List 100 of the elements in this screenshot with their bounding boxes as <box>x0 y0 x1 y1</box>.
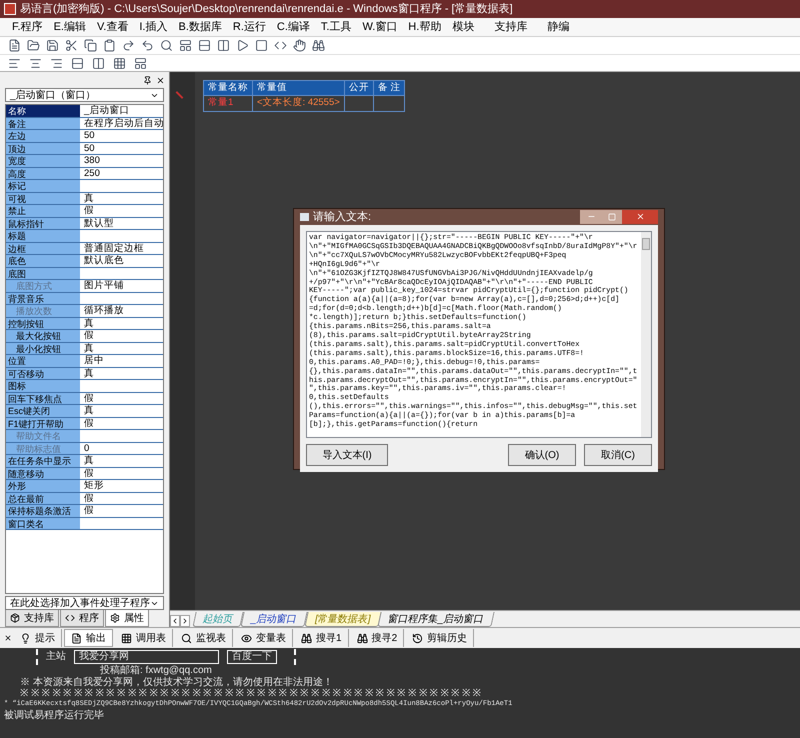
property-name[interactable]: 总在最前 <box>6 492 80 504</box>
dialog-button[interactable]: 导入文本(I) <box>306 444 388 466</box>
align-left-icon[interactable] <box>8 56 21 70</box>
output-tab[interactable]: 输出 <box>64 629 113 647</box>
clipboard-icon[interactable] <box>103 39 116 52</box>
menu-item[interactable]: 模块 <box>452 18 474 36</box>
property-name[interactable]: 窗口类名 <box>6 518 80 529</box>
menu-item[interactable]: H.帮助 <box>408 18 442 36</box>
align-center-icon[interactable] <box>29 56 42 70</box>
output-tab[interactable]: 调用表 <box>115 629 173 647</box>
property-name[interactable]: 回车下移焦点 <box>6 392 80 404</box>
output-tab[interactable]: 剪辑历史 <box>406 629 474 647</box>
scrollbar[interactable] <box>641 232 651 437</box>
panel-tab[interactable]: 程序 <box>60 610 104 627</box>
pin-icon[interactable] <box>143 76 152 84</box>
property-name[interactable]: 宽度 <box>6 155 80 166</box>
search-button[interactable]: 百度一下 <box>227 650 277 664</box>
grid-icon[interactable] <box>113 56 126 70</box>
scroll-left-icon[interactable] <box>170 615 180 627</box>
property-name[interactable]: 禁止 <box>6 205 80 216</box>
binoculars-icon[interactable] <box>312 39 325 52</box>
hand-icon[interactable] <box>293 39 306 52</box>
property-name[interactable]: 左边 <box>6 130 80 142</box>
site-field[interactable]: 我爱分享网 <box>74 650 219 664</box>
dialog-button[interactable]: 取消(C) <box>584 444 652 466</box>
property-name[interactable]: Esc键关闭 <box>6 405 80 416</box>
editor-tab[interactable]: _启动窗口 <box>240 612 308 627</box>
property-name[interactable]: 最大化按钮 <box>6 330 80 342</box>
property-name[interactable]: 在任务条中显示 <box>6 455 80 466</box>
layout-icon[interactable] <box>134 56 147 70</box>
property-name[interactable]: 名称 <box>6 105 80 116</box>
property-name[interactable]: 外形 <box>6 480 80 492</box>
property-name[interactable]: F1键打开帮助 <box>6 418 80 429</box>
output-tab[interactable]: 监视表 <box>175 629 233 647</box>
property-name[interactable]: 鼠标指针 <box>6 218 80 229</box>
redo-icon[interactable] <box>122 39 135 52</box>
menu-item[interactable]: 静编 <box>547 18 570 36</box>
menu-item[interactable]: B.数据库 <box>178 18 222 36</box>
menu-item[interactable]: I.插入 <box>139 18 168 36</box>
editor-tab[interactable]: [常量数据表] <box>304 612 381 627</box>
property-name[interactable]: 标记 <box>6 180 80 192</box>
menu-item[interactable]: E.编辑 <box>54 18 86 36</box>
align-right-icon[interactable] <box>50 56 63 70</box>
property-name[interactable]: 最小化按钮 <box>6 342 80 354</box>
property-name[interactable]: 底色 <box>6 255 80 266</box>
output-tab[interactable]: 搜寻2 <box>350 629 404 647</box>
open-folder-icon[interactable] <box>27 39 40 52</box>
rows-icon[interactable] <box>71 56 84 70</box>
menu-item[interactable]: C.编译 <box>276 18 310 36</box>
property-name[interactable]: 高度 <box>6 168 80 179</box>
play-icon[interactable] <box>236 39 249 52</box>
notice-text: ※ 本资源来自我爱分享网，仅供技术学习交流，请勿使用在非法用途！ <box>20 677 334 688</box>
menu-item[interactable]: R.运行 <box>232 18 266 36</box>
property-value: 0 <box>83 442 90 454</box>
output-tab[interactable]: 搜寻1 <box>295 629 349 647</box>
property-value: 假 <box>83 468 95 479</box>
editor-tab[interactable]: 窗口程序集_启动窗口 <box>378 612 494 627</box>
search-icon[interactable] <box>160 39 173 52</box>
code-icon[interactable] <box>274 39 287 52</box>
maximize-button[interactable] <box>602 210 622 224</box>
save-icon[interactable] <box>46 39 59 52</box>
close-icon[interactable] <box>156 76 165 84</box>
close-button[interactable] <box>622 210 658 224</box>
property-name[interactable]: 标题 <box>6 230 80 242</box>
property-name[interactable]: 底图 <box>6 268 80 279</box>
property-name[interactable]: 顶边 <box>6 142 80 154</box>
scroll-right-icon[interactable] <box>180 615 190 627</box>
output-tab[interactable]: 变量表 <box>235 629 293 647</box>
columns-icon[interactable] <box>217 39 230 52</box>
panel-tab[interactable]: 支持库 <box>5 610 59 627</box>
layout-icon[interactable] <box>179 39 192 52</box>
output-tab[interactable]: 提示 <box>14 629 62 647</box>
property-name[interactable]: 可否移动 <box>6 368 80 379</box>
rows-icon[interactable] <box>198 39 211 52</box>
property-name[interactable]: 控制按钮 <box>6 318 80 329</box>
property-name[interactable]: 可视 <box>6 192 80 204</box>
menu-item[interactable]: W.窗口 <box>362 18 398 36</box>
property-name[interactable]: 备注 <box>6 118 80 129</box>
dialog-button[interactable]: 确认(O) <box>508 444 576 466</box>
undo-icon[interactable] <box>141 39 154 52</box>
new-file-icon[interactable] <box>8 39 21 52</box>
menu-item[interactable]: V.查看 <box>96 18 128 36</box>
property-name[interactable]: 图标 <box>6 380 80 392</box>
property-name[interactable]: 随意移动 <box>6 468 80 479</box>
panel-tab[interactable]: 属性 <box>105 610 149 627</box>
property-name[interactable]: 保持标题条激活 <box>6 505 80 516</box>
scissors-icon[interactable] <box>65 39 78 52</box>
copy-icon[interactable] <box>84 39 97 52</box>
close-icon[interactable] <box>4 634 12 642</box>
menu-item[interactable]: F.程序 <box>12 18 43 36</box>
menu-item[interactable]: T.工具 <box>320 18 352 36</box>
stop-icon[interactable] <box>255 39 268 52</box>
menu-item[interactable]: 支持库 <box>494 18 528 36</box>
event-dropdown[interactable]: 在此处选择加入事件处理子程序 <box>5 596 164 610</box>
columns-icon[interactable] <box>92 56 105 70</box>
property-name[interactable]: 位置 <box>6 355 80 366</box>
property-name[interactable]: 边框 <box>6 242 80 254</box>
property-name[interactable]: 背景音乐 <box>6 292 80 304</box>
object-dropdown[interactable]: _启动窗口（窗口） <box>5 88 164 102</box>
minimize-button[interactable] <box>580 210 602 224</box>
